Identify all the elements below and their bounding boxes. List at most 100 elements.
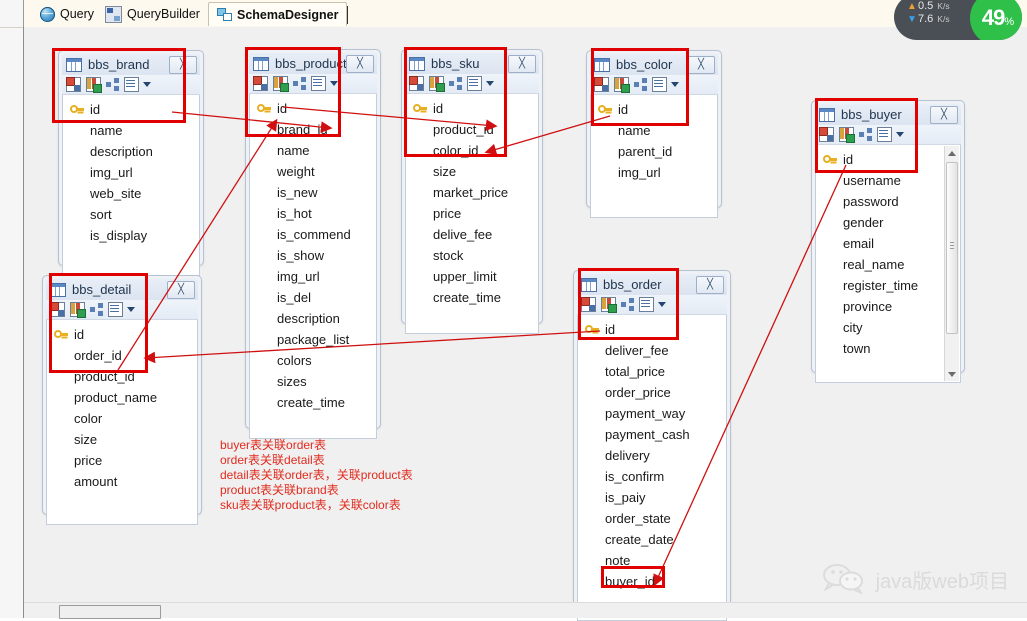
edit-record-icon[interactable] <box>614 77 630 93</box>
edit-record-icon[interactable] <box>601 297 617 313</box>
table-window-bbs_color[interactable]: bbs_color ╳ id name parent_id img_url <box>586 50 722 218</box>
properties-icon[interactable] <box>311 76 326 91</box>
table-title-bar[interactable]: bbs_sku ╳ <box>405 53 539 74</box>
column-row[interactable]: create_time <box>250 392 376 413</box>
close-icon[interactable]: ╳ <box>687 56 715 74</box>
new-record-icon[interactable] <box>594 77 609 92</box>
column-row[interactable]: description <box>63 141 199 162</box>
close-icon[interactable]: ╳ <box>167 281 195 299</box>
column-row[interactable]: create_date <box>578 529 726 550</box>
column-row[interactable]: id <box>816 149 960 170</box>
scroll-up-arrow-icon[interactable] <box>945 146 959 160</box>
new-record-icon[interactable] <box>50 302 65 317</box>
column-row[interactable]: id <box>578 319 726 340</box>
table-window-bbs_detail[interactable]: bbs_detail ╳ id order_id product_id product_n… <box>42 275 202 525</box>
relations-icon[interactable] <box>90 303 103 316</box>
dropdown-arrow-icon[interactable] <box>330 81 338 86</box>
relations-icon[interactable] <box>449 77 462 90</box>
column-row[interactable]: order_price <box>578 382 726 403</box>
edit-record-icon[interactable] <box>429 76 445 92</box>
column-row[interactable]: town <box>816 338 960 359</box>
column-row[interactable]: parent_id <box>591 141 717 162</box>
column-row[interactable]: province <box>816 296 960 317</box>
dropdown-arrow-icon[interactable] <box>486 81 494 86</box>
table-title-bar[interactable]: bbs_detail ╳ <box>46 279 198 300</box>
column-row[interactable]: id <box>250 98 376 119</box>
column-row[interactable]: id <box>63 99 199 120</box>
close-icon[interactable]: ╳ <box>696 276 724 294</box>
column-row[interactable]: img_url <box>250 266 376 287</box>
column-row[interactable]: is_paiy <box>578 487 726 508</box>
table-title-bar[interactable]: bbs_brand ╳ <box>62 54 200 75</box>
new-record-icon[interactable] <box>409 76 424 91</box>
column-row[interactable]: brand_id <box>250 119 376 140</box>
table-title-bar[interactable]: bbs_color ╳ <box>590 54 718 75</box>
column-row[interactable]: upper_limit <box>406 266 538 287</box>
column-row[interactable]: payment_way <box>578 403 726 424</box>
dropdown-arrow-icon[interactable] <box>671 82 679 87</box>
column-row[interactable]: order_state <box>578 508 726 529</box>
relations-icon[interactable] <box>859 128 872 141</box>
properties-icon[interactable] <box>108 302 123 317</box>
edit-record-icon[interactable] <box>86 77 102 93</box>
close-icon[interactable]: ╳ <box>169 56 197 74</box>
column-row[interactable]: password <box>816 191 960 212</box>
column-row[interactable]: img_url <box>63 162 199 183</box>
cpu-usage-badge[interactable]: 49 % <box>970 0 1022 40</box>
close-icon[interactable]: ╳ <box>346 55 374 73</box>
column-row[interactable]: create_time <box>406 287 538 308</box>
column-row[interactable]: id <box>47 324 197 345</box>
column-row[interactable]: sort <box>63 204 199 225</box>
column-row[interactable]: city <box>816 317 960 338</box>
column-row[interactable]: note <box>578 550 726 571</box>
column-row[interactable]: amount <box>47 471 197 492</box>
properties-icon[interactable] <box>652 77 667 92</box>
column-row[interactable]: price <box>47 450 197 471</box>
column-row[interactable]: is_new <box>250 182 376 203</box>
table-title-bar[interactable]: bbs_order ╳ <box>577 274 727 295</box>
horizontal-scrollbar-thumb[interactable] <box>59 605 161 619</box>
column-row[interactable]: email <box>816 233 960 254</box>
column-row[interactable]: username <box>816 170 960 191</box>
column-row[interactable]: id <box>406 98 538 119</box>
close-icon[interactable]: ╳ <box>508 55 536 73</box>
tab-querybuilder[interactable]: QueryBuilder <box>97 2 208 26</box>
scroll-down-arrow-icon[interactable] <box>945 367 959 381</box>
properties-icon[interactable] <box>639 297 654 312</box>
table-title-bar[interactable]: bbs_product ╳ <box>249 53 377 74</box>
column-row[interactable]: is_del <box>250 287 376 308</box>
column-row[interactable]: is_hot <box>250 203 376 224</box>
dropdown-arrow-icon[interactable] <box>143 82 151 87</box>
column-row[interactable]: is_show <box>250 245 376 266</box>
column-row[interactable]: real_name <box>816 254 960 275</box>
column-row[interactable]: total_price <box>578 361 726 382</box>
column-row[interactable]: delivery <box>578 445 726 466</box>
table-window-bbs_sku[interactable]: bbs_sku ╳ id product_id color_id size market_p… <box>401 49 543 334</box>
column-row[interactable]: color_id <box>406 140 538 161</box>
column-row[interactable]: package_list <box>250 329 376 350</box>
close-icon[interactable]: ╳ <box>930 106 958 124</box>
column-row[interactable]: color <box>47 408 197 429</box>
dropdown-arrow-icon[interactable] <box>896 132 904 137</box>
column-row[interactable]: deliver_fee <box>578 340 726 361</box>
column-row[interactable]: register_time <box>816 275 960 296</box>
tab-schemadesigner[interactable]: SchemaDesigner <box>208 2 349 26</box>
column-row[interactable]: size <box>47 429 197 450</box>
column-row[interactable]: name <box>250 140 376 161</box>
edit-record-icon[interactable] <box>70 302 86 318</box>
column-row[interactable]: id <box>591 99 717 120</box>
edit-record-icon[interactable] <box>273 76 289 92</box>
column-row[interactable]: name <box>591 120 717 141</box>
column-row[interactable]: weight <box>250 161 376 182</box>
column-row[interactable]: colors <box>250 350 376 371</box>
properties-icon[interactable] <box>124 77 139 92</box>
new-record-icon[interactable] <box>253 76 268 91</box>
dropdown-arrow-icon[interactable] <box>127 307 135 312</box>
column-row[interactable]: product_id <box>47 366 197 387</box>
new-record-icon[interactable] <box>581 297 596 312</box>
relations-icon[interactable] <box>634 78 647 91</box>
column-row[interactable]: description <box>250 308 376 329</box>
column-row[interactable]: product_name <box>47 387 197 408</box>
tab-query[interactable]: Query <box>32 2 102 26</box>
column-row[interactable]: delive_fee <box>406 224 538 245</box>
